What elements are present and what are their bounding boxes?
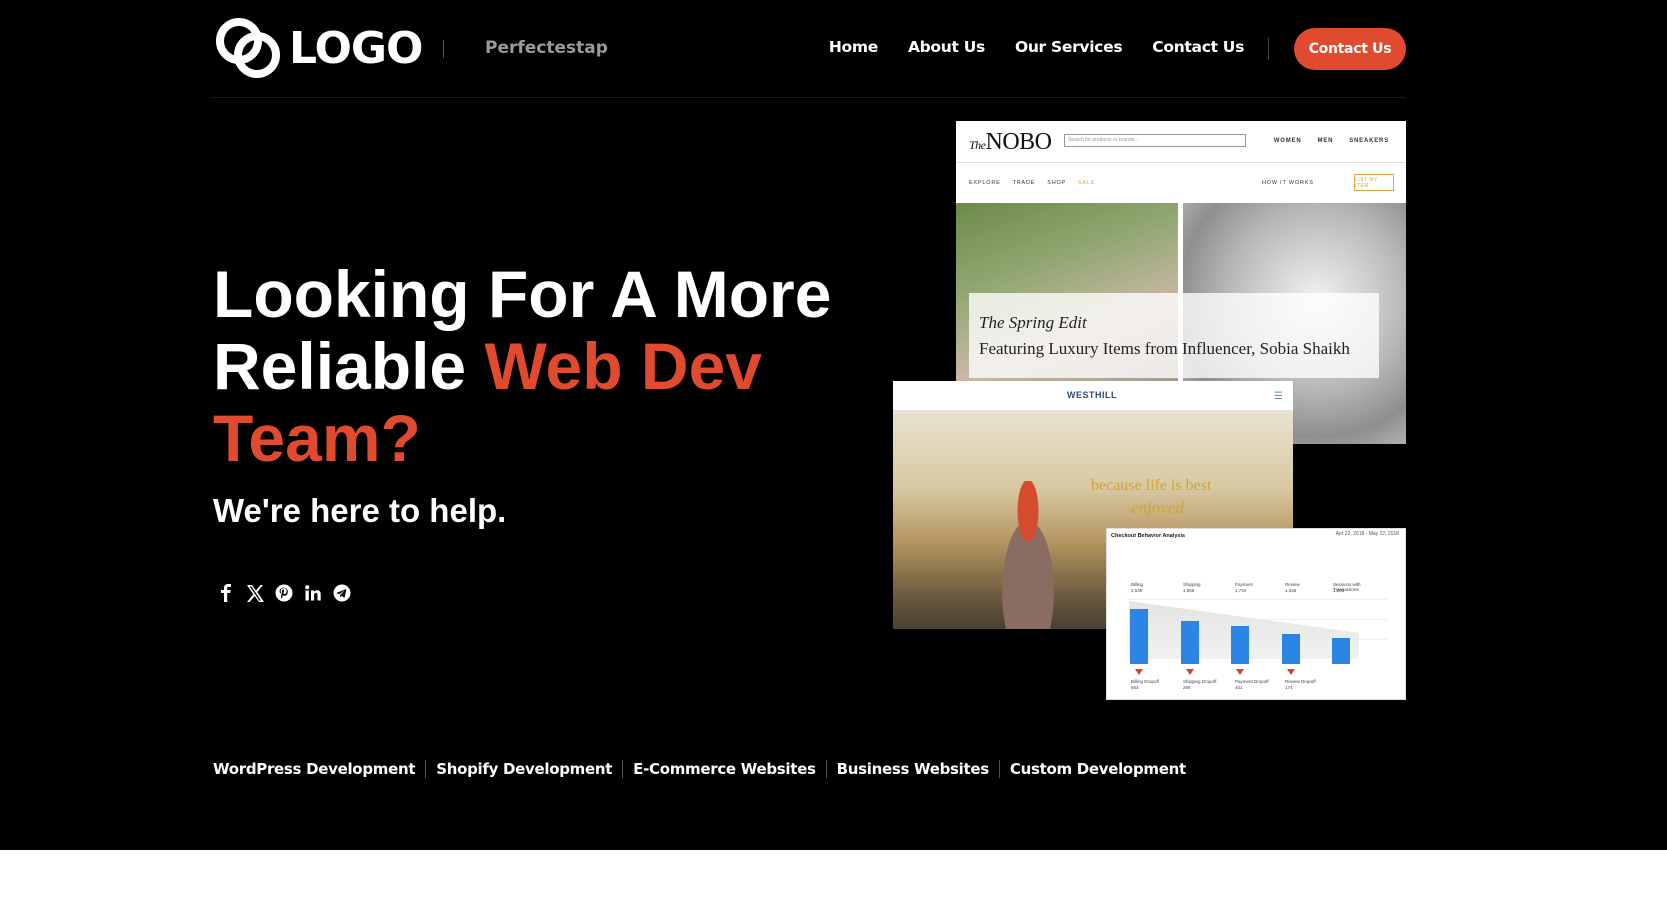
nobo-subnav: EXPLORE TRADE SHOP SALE HOW IT WORKS LIS… [956,163,1406,203]
step-label-payment: Payment [1235,582,1253,587]
service-divider [998,760,1000,778]
funnel-bar-shipping [1181,621,1199,664]
service-shopify[interactable]: Shopify Development [436,760,612,778]
nobo-how-it-works: HOW IT WORKS [1262,180,1314,186]
funnel-bar-payment [1231,626,1249,664]
nobo-brand-prefix: The [969,138,986,152]
dropoff-value-review: 174 [1285,685,1293,690]
nobo-sub-shop: SHOP [1047,180,1067,186]
nav-home[interactable]: Home [829,38,878,56]
step-label-shipping: Shipping [1183,582,1201,587]
westhill-logo: WESTHILL [1067,390,1117,400]
dropoff-label-shipping: Shipping Dropoff [1183,679,1217,684]
logo-text: LOGO [289,22,423,74]
westhill-father-child-figure [988,481,1068,629]
analytics-date-range: Apr 22, 2018 - May 22, 2018 [1335,531,1399,537]
dropoff-arrow-icon [1236,669,1244,675]
step-value-transactions: 1,203 [1333,588,1345,593]
headline-line2-plain: Reliable [213,329,485,403]
nav-divider [1268,38,1269,60]
dropoff-arrow-icon [1287,669,1295,675]
pinterest-icon[interactable] [274,583,294,603]
nobo-feature-title: The Spring Edit [979,313,1087,332]
contact-us-button[interactable]: Contact Us [1294,28,1406,70]
logo-divider [443,40,444,58]
step-label-billing: Billing [1131,582,1144,587]
site-header: LOGO Perfectestap Home About Us Our Serv… [213,0,1406,98]
westhill-tagline-line1: because life is best [1091,477,1212,494]
nobo-feature-overlay [969,293,1379,378]
nobo-search-input: Search for products or brands... [1064,134,1246,147]
nobo-feature-subtitle: Featuring Luxury Items from Influencer, … [979,339,1350,358]
nav-our-services[interactable]: Our Services [1015,38,1123,56]
nav-about-us[interactable]: About Us [908,38,985,56]
nobo-sub-sale: SALE [1078,180,1096,186]
site-logo[interactable]: LOGO [213,13,423,83]
services-list: WordPress Development Shopify Developmen… [213,760,1186,778]
service-wordpress[interactable]: WordPress Development [213,760,416,778]
logo-rings-icon [216,18,280,78]
dropoff-arrow-icon [1135,669,1143,675]
step-value-review: 1,335 [1285,588,1297,593]
nobo-brand: TheNOBO [969,129,1052,156]
nobo-sub-trade: TRADE [1012,180,1036,186]
dropoff-value-payment: 401 [1235,685,1243,690]
linkedin-icon[interactable] [303,583,323,603]
social-links [216,583,352,603]
nobo-brand-name: NOBO [985,129,1053,155]
facebook-icon[interactable] [216,583,236,603]
nav-contact-us[interactable]: Contact Us [1152,38,1244,56]
hero-subheading: We're here to help. [213,492,507,529]
dropoff-value-billing: 563 [1131,685,1139,690]
analytics-title: Checkout Behavior Analysis [1111,533,1186,539]
step-value-billing: 2,535 [1131,588,1143,593]
gridline [1127,599,1387,600]
service-ecommerce[interactable]: E-Commerce Websites [633,760,816,778]
service-custom[interactable]: Custom Development [1010,760,1186,778]
main-nav: Home About Us Our Services Contact Us [799,38,1244,56]
service-divider [825,760,827,778]
nobo-sub-explore: EXPLORE [969,180,1001,186]
westhill-tagline-line2: enjoyed [1131,498,1184,517]
hero-section: LOGO Perfectestap Home About Us Our Serv… [0,0,1667,850]
nobo-link-women: WOMEN [1273,138,1302,144]
headline-line2-accent: Web Dev [484,329,762,403]
funnel-bar-billing [1130,609,1148,664]
headline-line3-accent: Team? [213,401,421,475]
dropoff-value-shipping: 299 [1183,685,1191,690]
step-label-review: Review [1285,582,1300,587]
hero-headline: Looking For A More Reliable Web Dev Team… [213,258,913,474]
service-divider [622,760,624,778]
nobo-header: TheNOBO Search for products or brands...… [956,121,1406,163]
telegram-icon[interactable] [332,583,352,603]
nobo-link-men: MEN [1317,138,1334,144]
hamburger-menu-icon: ☰ [1274,391,1283,402]
analytics-screenshot: Checkout Behavior Analysis Apr 22, 2018 … [1106,528,1406,700]
funnel-bar-transactions [1332,638,1350,664]
headline-line1: Looking For A More [213,257,832,331]
service-divider [425,760,427,778]
nobo-top-links: WOMEN MEN SNEAKERS [1274,138,1389,144]
dropoff-label-review: Review Dropoff [1285,679,1316,684]
funnel-bar-review [1282,634,1300,664]
nobo-list-item-button: LIST MY ITEM [1354,174,1394,191]
dropoff-label-payment: Payment Dropoff [1235,679,1269,684]
dropoff-arrow-icon [1186,669,1194,675]
nobo-sub-links: EXPLORE TRADE SHOP SALE [969,180,1095,186]
nobo-link-sneakers: SNEAKERS [1349,138,1389,144]
dropoff-label-billing: Billing Dropoff [1131,679,1159,684]
step-value-shipping: 1,966 [1183,588,1195,593]
step-value-payment: 1,734 [1235,588,1247,593]
westhill-header: WESTHILL ☰ [893,381,1293,411]
service-business[interactable]: Business Websites [837,760,990,778]
x-icon[interactable] [245,583,265,603]
site-tagline: Perfectestap [485,38,608,58]
